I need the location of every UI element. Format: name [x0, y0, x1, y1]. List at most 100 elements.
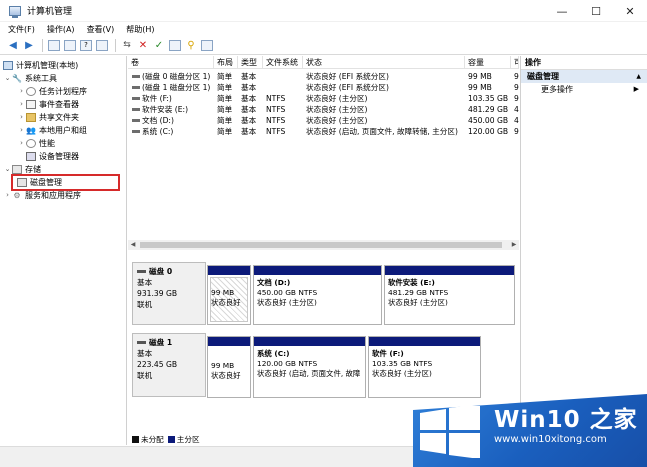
chevron-right-icon[interactable]: ›	[17, 126, 26, 134]
disk-size: 931.39 GB	[137, 289, 178, 298]
minimize-button[interactable]: —	[545, 0, 579, 22]
partition-size: 103.35 GB NTFS	[372, 359, 433, 368]
column-header-layout[interactable]: 布局	[214, 56, 238, 69]
search-folder-icon[interactable]: ⚲	[184, 39, 198, 52]
document-icon[interactable]	[169, 40, 181, 51]
volume-name: (磁盘 0 磁盘分区 1)	[142, 72, 211, 81]
partition-status: 状态良好	[211, 371, 241, 380]
partition-status: 状态良好 (主分区)	[388, 298, 448, 307]
disk-0-label[interactable]: 磁盘 0 基本 931.39 GB 联机	[132, 262, 206, 325]
column-header-free[interactable]: 可	[511, 56, 519, 69]
table-row[interactable]: 软件安装 (E:) 简单 基本 NTFS 状态良好 (主分区) 481.29 G…	[128, 104, 519, 115]
partition-software-install-e[interactable]: 软件安装 (E:) 481.29 GB NTFS 状态良好 (主分区)	[384, 265, 515, 325]
folder-up-icon[interactable]	[48, 40, 60, 51]
console-view-icon[interactable]	[96, 40, 108, 51]
back-arrow-icon[interactable]: ◀	[6, 39, 20, 52]
partition-size: 120.00 GB NTFS	[257, 359, 318, 368]
partition-efi-disk1[interactable]: 99 MB 状态良好	[207, 336, 251, 398]
tree-item-event-viewer[interactable]: › 事件查看器	[17, 98, 79, 110]
tree-label: 系统工具	[25, 73, 57, 83]
volume-type: 基本	[241, 116, 257, 125]
check-icon[interactable]: ✓	[152, 39, 166, 52]
scrollbar-thumb[interactable]	[140, 242, 502, 248]
chevron-down-icon[interactable]: ⌄	[3, 74, 12, 82]
partition-software-f[interactable]: 软件 (F:) 103.35 GB NTFS 状态良好 (主分区)	[368, 336, 481, 398]
volume-type: 基本	[241, 127, 257, 136]
more-actions-item[interactable]: 更多操作 ▶	[521, 83, 647, 96]
tree-item-system-tools[interactable]: ⌄ 🔧 系统工具	[3, 72, 57, 84]
scroll-left-icon[interactable]: ◀	[128, 240, 138, 250]
table-row[interactable]: (磁盘 1 磁盘分区 1) 简单 基本 状态良好 (EFI 系统分区) 99 M…	[128, 82, 519, 93]
chevron-right-icon[interactable]: ›	[17, 113, 26, 121]
chevron-right-icon[interactable]: ›	[3, 191, 12, 199]
partition-bar	[369, 337, 480, 346]
chevron-right-icon[interactable]: ›	[17, 87, 26, 95]
chevron-down-icon[interactable]: ⌄	[3, 165, 12, 173]
tree-label: 共享文件夹	[39, 112, 79, 122]
tree-label: 本地用户和组	[39, 125, 87, 135]
users-icon: 👥	[26, 125, 36, 135]
column-header-status[interactable]: 状态	[303, 56, 465, 69]
partition-system-c[interactable]: 系统 (C:) 120.00 GB NTFS 状态良好 (启动, 页面文件, 故…	[253, 336, 366, 398]
actions-section-disk-management[interactable]: 磁盘管理 ▲	[521, 70, 647, 83]
volume-layout: 简单	[217, 127, 233, 136]
volume-filesystem: NTFS	[266, 127, 286, 136]
tree-item-performance[interactable]: › 性能	[17, 137, 55, 149]
tree-item-shared-folders[interactable]: › 共享文件夹	[17, 111, 79, 123]
device-manager-icon	[26, 151, 36, 161]
menu-file[interactable]: 文件(F)	[8, 24, 35, 35]
scroll-right-icon[interactable]: ▶	[509, 240, 519, 250]
partition-bar	[385, 266, 514, 275]
help-icon[interactable]: ?	[80, 40, 92, 51]
toolbar-divider	[115, 39, 116, 52]
tree-item-device-manager[interactable]: 设备管理器	[26, 150, 79, 162]
menu-action[interactable]: 操作(A)	[47, 24, 75, 35]
volume-filesystem	[263, 71, 303, 82]
partition-size: 99 MB	[211, 288, 235, 297]
column-header-volume[interactable]: 卷	[128, 56, 214, 69]
volume-capacity: 481.29 GB	[468, 105, 509, 114]
volume-name: 文档 (D:)	[142, 116, 174, 125]
column-header-type[interactable]: 类型	[238, 56, 263, 69]
close-button[interactable]: ✕	[613, 0, 647, 22]
main-pane: 卷 布局 类型 文件系统 状态 容量 可 (磁盘 0 磁盘分区 1) 简单 基本…	[128, 56, 519, 445]
partition-efi-disk0[interactable]: 99 MB 状态良好	[207, 265, 251, 325]
table-row[interactable]: 文档 (D:) 简单 基本 NTFS 状态良好 (主分区) 450.00 GB …	[128, 115, 519, 126]
volume-type: 基本	[241, 83, 257, 92]
chevron-right-icon[interactable]: ›	[17, 139, 26, 147]
disk-1-label[interactable]: 磁盘 1 基本 223.45 GB 联机	[132, 333, 206, 397]
tree-label: 事件查看器	[39, 99, 79, 109]
table-row[interactable]: 软件 (F:) 简单 基本 NTFS 状态良好 (主分区) 103.35 GB …	[128, 93, 519, 104]
chevron-right-icon[interactable]: ›	[17, 100, 26, 108]
forward-arrow-icon[interactable]: ▶	[22, 39, 36, 52]
tree-item-local-users[interactable]: › 👥 本地用户和组	[17, 124, 87, 136]
tree-label: 任务计划程序	[39, 86, 87, 96]
table-row[interactable]: 系统 (C:) 简单 基本 NTFS 状态良好 (启动, 页面文件, 故障转储,…	[128, 126, 519, 137]
volume-free: 9	[514, 94, 519, 103]
disk-state: 联机	[137, 300, 153, 309]
maximize-button[interactable]: ☐	[579, 0, 613, 22]
show-hide-tree-icon[interactable]	[64, 40, 76, 51]
tree-item-root[interactable]: 计算机管理(本地)	[3, 59, 78, 71]
connect-icon[interactable]: ⇆	[120, 39, 134, 52]
properties-icon[interactable]	[201, 40, 213, 51]
toolbar: ◀ ▶ ? ⇆ ✕ ✓ ⚲	[0, 37, 647, 55]
delete-icon[interactable]: ✕	[136, 39, 150, 52]
volume-layout: 简单	[217, 72, 233, 81]
collapse-icon[interactable]: ▲	[636, 70, 641, 83]
horizontal-scrollbar[interactable]: ◀ ▶	[128, 240, 519, 250]
volume-layout: 简单	[217, 116, 233, 125]
menu-help[interactable]: 帮助(H)	[126, 24, 154, 35]
partition-bar	[208, 337, 250, 346]
tree-item-task-scheduler[interactable]: › 任务计划程序	[17, 85, 87, 97]
menu-view[interactable]: 查看(V)	[87, 24, 115, 35]
table-row[interactable]: (磁盘 0 磁盘分区 1) 简单 基本 状态良好 (EFI 系统分区) 99 M…	[128, 71, 519, 82]
performance-icon	[26, 138, 36, 148]
toolbar-divider	[42, 39, 43, 52]
volume-status: 状态良好 (主分区)	[306, 116, 368, 125]
volume-filesystem: NTFS	[266, 116, 286, 125]
column-header-capacity[interactable]: 容量	[465, 56, 511, 69]
partition-documents-d[interactable]: 文档 (D:) 450.00 GB NTFS 状态良好 (主分区)	[253, 265, 382, 325]
column-header-filesystem[interactable]: 文件系统	[263, 56, 303, 69]
legend-label-primary: 主分区	[176, 435, 200, 444]
